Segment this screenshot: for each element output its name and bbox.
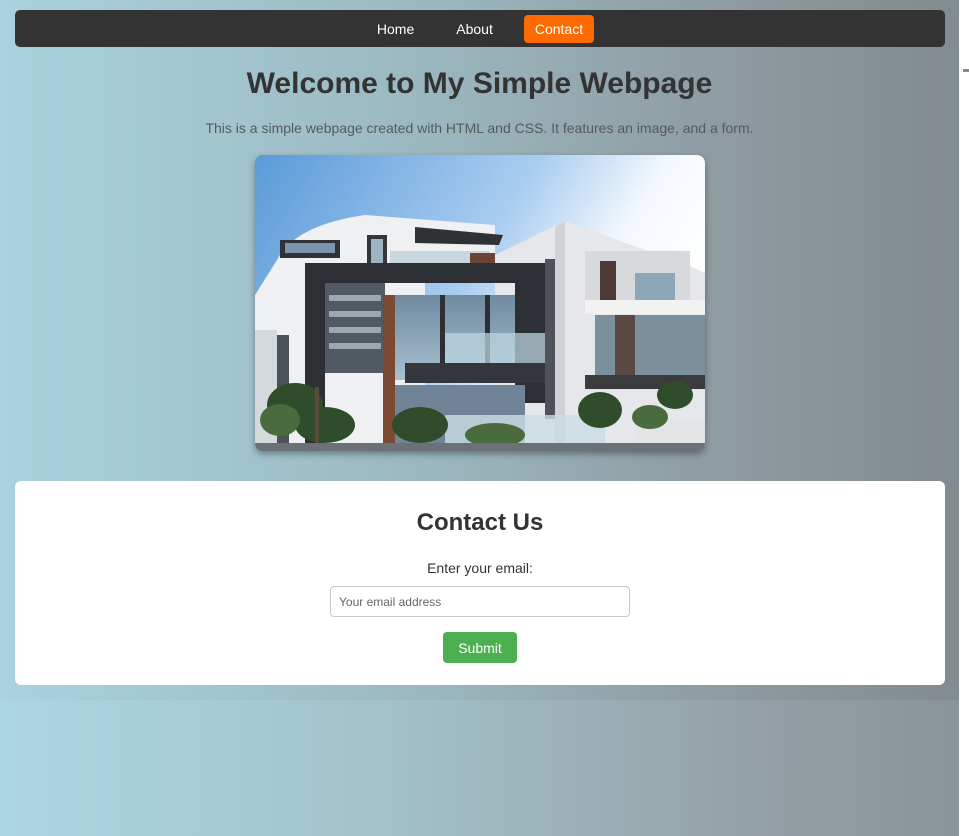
email-field[interactable] [330,586,630,617]
top-navbar: Home About Contact [15,10,945,47]
house-illustration [255,155,705,451]
intro-text: This is a simple webpage created with HT… [205,120,754,136]
nav-link-contact[interactable]: Contact [523,14,595,43]
email-label: Enter your email: [427,560,533,576]
page-title: Welcome to My Simple Webpage [246,67,713,100]
submit-button[interactable]: Submit [443,632,517,663]
hero-house-image [255,155,705,451]
scrollbar-track[interactable] [959,0,969,836]
contact-section: Contact Us Enter your email: Submit [15,481,945,685]
scrollbar-marker [963,69,969,72]
contact-title: Contact Us [416,509,544,536]
nav-link-about[interactable]: About [445,15,504,43]
nav-link-home[interactable]: Home [366,15,425,43]
